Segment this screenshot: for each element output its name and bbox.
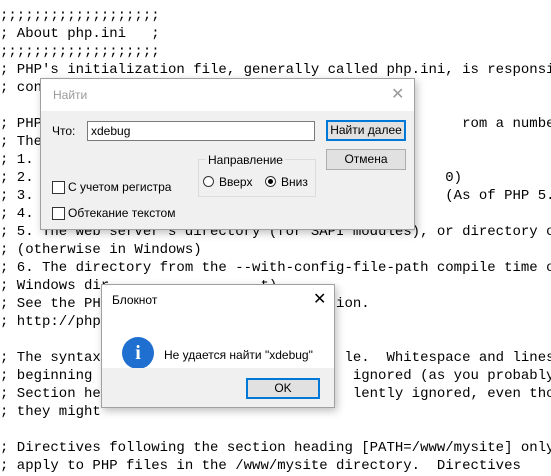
editor-line: ;;;;;;;;;;;;;;;;;;; bbox=[0, 44, 160, 60]
direction-up-radio[interactable] bbox=[203, 176, 214, 187]
close-icon[interactable]: ✕ bbox=[391, 87, 404, 103]
editor-line: ;;;;;;;;;;;;;;;;;;; bbox=[0, 8, 160, 24]
message-box-title: Блокнот bbox=[112, 293, 158, 307]
wrap-around-label[interactable]: Обтекание текстом bbox=[68, 206, 175, 220]
editor-line: ; Directives following the section headi… bbox=[0, 440, 551, 456]
find-what-label: Что: bbox=[52, 124, 76, 138]
ok-button[interactable]: OK bbox=[246, 378, 320, 399]
find-dialog-titlebar[interactable]: Найти ✕ bbox=[41, 79, 414, 111]
direction-up-label[interactable]: Вверх bbox=[219, 175, 252, 189]
close-icon[interactable]: ✕ bbox=[313, 292, 326, 308]
radio-selected-dot bbox=[268, 179, 273, 184]
editor-line: ; apply to PHP files in the /www/mysite … bbox=[0, 458, 521, 474]
find-next-button[interactable]: Найти далее bbox=[326, 120, 406, 141]
editor-line: ; About php.ini ; bbox=[0, 26, 160, 42]
editor-line: ; PHP's initialization file, generally c… bbox=[0, 62, 551, 78]
notepad-message-box: Блокнот ✕ i Не удается найти "xdebug" OK bbox=[101, 284, 335, 408]
editor-line: ; The bbox=[0, 134, 43, 150]
message-text: Не удается найти "xdebug" bbox=[164, 348, 313, 362]
editor-line: ; http://php. bbox=[0, 314, 110, 330]
editor-line: ; 6. The directory from the --with-confi… bbox=[0, 260, 551, 276]
info-icon: i bbox=[122, 337, 154, 369]
find-dialog-title: Найти bbox=[53, 88, 88, 102]
find-what-input[interactable] bbox=[87, 121, 315, 141]
cancel-button[interactable]: Отмена bbox=[326, 149, 406, 170]
direction-down-label[interactable]: Вниз bbox=[281, 175, 308, 189]
message-box-footer: OK bbox=[102, 368, 334, 407]
editor-line: ; (otherwise in Windows) bbox=[0, 242, 202, 258]
direction-down-radio[interactable] bbox=[265, 176, 276, 187]
find-dialog: Найти ✕ Что: Найти далее Отмена Направле… bbox=[40, 78, 415, 230]
match-case-checkbox[interactable] bbox=[52, 181, 65, 194]
direction-label: Направление bbox=[206, 153, 285, 167]
wrap-around-checkbox[interactable] bbox=[52, 207, 65, 220]
match-case-label[interactable]: С учетом регистра bbox=[68, 180, 171, 194]
editor-line: ; they might bbox=[0, 404, 101, 420]
